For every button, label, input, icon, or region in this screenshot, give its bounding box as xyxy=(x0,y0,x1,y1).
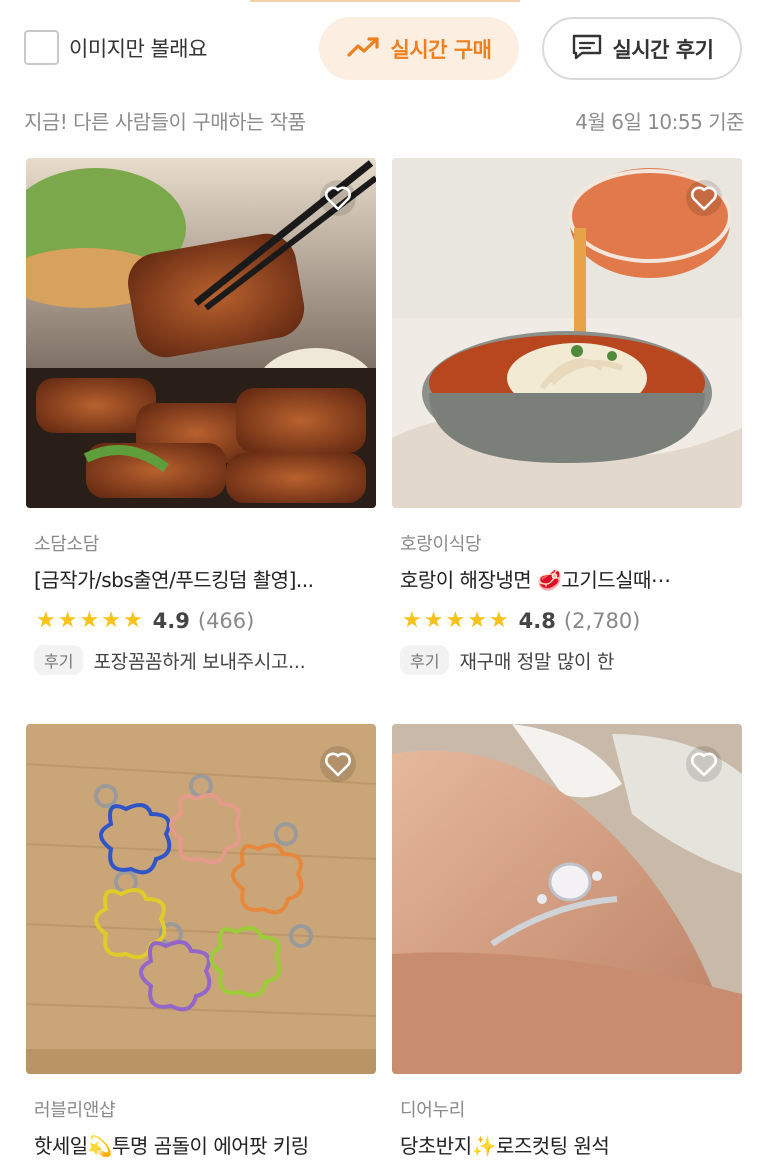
star-icon: ★ xyxy=(57,608,78,633)
star-icon: ★ xyxy=(488,608,509,633)
product-card[interactable]: 소담소담 [금작가/sbs출연/푸드킹덤 촬영]... ★ ★ ★ ★ ★ 4.… xyxy=(26,158,376,675)
realtime-buy-label: 실시간 구매 xyxy=(390,37,492,62)
star-icon: ★ xyxy=(402,608,422,633)
heart-icon[interactable] xyxy=(684,744,724,784)
product-card[interactable]: 호랑이식당 호랑이 해장냉면 🥩고기드실때⋯ ★ ★ ★ ★ ★ 4.8 (2,… xyxy=(392,158,742,675)
rating-row: ★ ★ ★ ★ ★ 4.8 (2,780) xyxy=(392,609,742,633)
review-snippet[interactable]: 후기 재구매 정말 많이 한 xyxy=(392,645,742,675)
product-image-galbi[interactable] xyxy=(26,158,376,508)
product-card[interactable]: 디어누리 당초반지✨로즈컷팅 원석 xyxy=(392,724,742,1159)
product-title[interactable]: 핫세일💫투명 곰돌이 에어팟 키링 xyxy=(26,1130,376,1159)
star-icon: ★ xyxy=(101,608,121,633)
review-count: (2,780) xyxy=(563,609,641,633)
star-icon: ★ xyxy=(122,608,143,633)
star-icon: ★ xyxy=(467,608,487,633)
heart-icon[interactable] xyxy=(684,178,724,218)
review-badge: 후기 xyxy=(34,645,84,675)
review-snippet[interactable]: 후기 포장꼼꼼하게 보내주시고... xyxy=(26,645,376,675)
shop-name[interactable]: 소담소담 xyxy=(26,530,376,556)
image-only-checkbox[interactable] xyxy=(24,30,59,65)
heart-icon[interactable] xyxy=(318,744,358,784)
star-icon: ★ xyxy=(36,608,56,633)
shop-name[interactable]: 러블리앤샵 xyxy=(26,1096,376,1122)
product-card[interactable]: 러블리앤샵 핫세일💫투명 곰돌이 에어팟 키링 xyxy=(26,724,376,1159)
product-title[interactable]: [금작가/sbs출연/푸드킹덤 촬영]... xyxy=(26,564,376,593)
product-image-naengmyeon[interactable] xyxy=(392,158,742,508)
timestamp: 4월 6일 10:55 기준 xyxy=(575,110,744,134)
star-icon: ★ xyxy=(423,608,444,633)
star-icon: ★ xyxy=(445,608,466,633)
product-image-ring[interactable] xyxy=(392,724,742,1074)
review-text: 재구매 정말 많이 한 xyxy=(459,650,615,673)
review-text: 포장꼼꼼하게 보내주시고... xyxy=(93,650,306,673)
rating-score: 4.9 xyxy=(152,609,190,633)
review-badge: 후기 xyxy=(400,645,450,675)
shop-name[interactable]: 디어누리 xyxy=(392,1096,742,1122)
star-icon: ★ xyxy=(79,608,100,633)
rating-score: 4.8 xyxy=(518,609,556,633)
trending-up-icon xyxy=(346,36,381,62)
heart-icon[interactable] xyxy=(318,178,358,218)
realtime-review-button[interactable]: 실시간 후기 xyxy=(542,17,742,80)
product-title[interactable]: 호랑이 해장냉면 🥩고기드실때⋯ xyxy=(392,564,742,593)
subheader-caption: 지금! 다른 사람들이 구매하는 작품 xyxy=(24,110,306,134)
rating-row: ★ ★ ★ ★ ★ 4.9 (466) xyxy=(26,609,376,633)
filter-toolbar: 이미지만 볼래요 실시간 구매 실시간 후기 xyxy=(0,0,768,100)
subheader: 지금! 다른 사람들이 구매하는 작품 4월 6일 10:55 기준 xyxy=(24,106,744,135)
product-title[interactable]: 당초반지✨로즈컷팅 원석 xyxy=(392,1130,742,1159)
image-only-label: 이미지만 볼래요 xyxy=(69,36,207,61)
shop-name[interactable]: 호랑이식당 xyxy=(392,530,742,556)
realtime-buy-button[interactable]: 실시간 구매 xyxy=(319,17,519,80)
realtime-review-label: 실시간 후기 xyxy=(612,37,714,62)
image-only-toggle[interactable]: 이미지만 볼래요 xyxy=(24,30,207,65)
chat-bubble-icon xyxy=(571,33,603,65)
review-count: (466) xyxy=(197,609,255,633)
product-image-keyring[interactable] xyxy=(26,724,376,1074)
